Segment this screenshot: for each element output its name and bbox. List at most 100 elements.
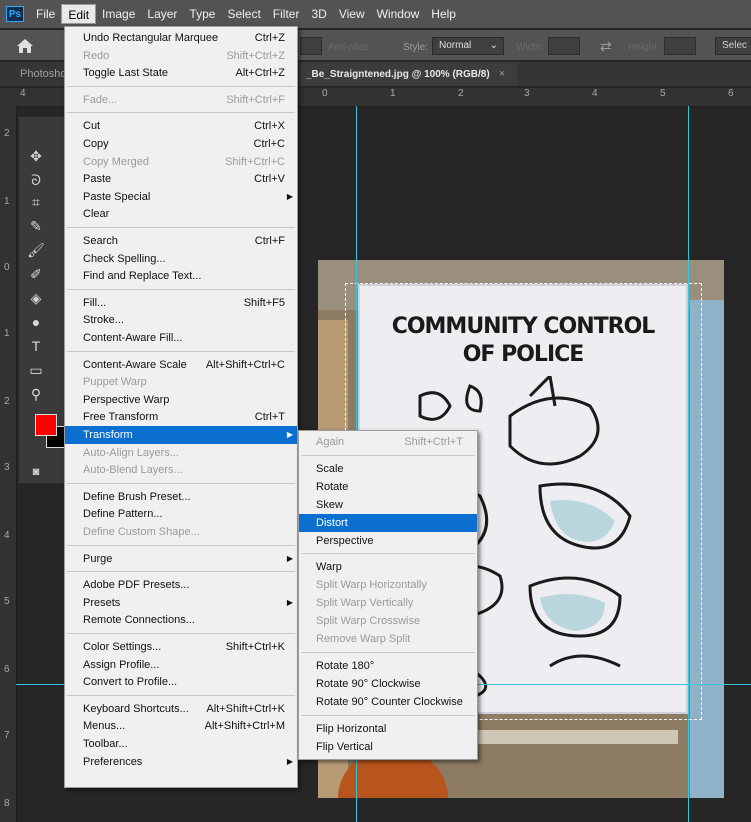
eyedropper-tool-icon[interactable]: ✎ — [26, 216, 46, 236]
edit-menu-item-undo-rectangular-marquee[interactable]: Undo Rectangular Marquee Ctrl+Z — [65, 29, 297, 47]
edit-menu-item-stroke[interactable]: Stroke... — [65, 311, 297, 329]
ruler-label: 5 — [660, 88, 666, 99]
edit-menu-item-fade: Fade... Shift+Ctrl+F — [65, 91, 297, 109]
transform-menu-item-label: Perspective — [316, 534, 374, 547]
edit-menu-item-label: Menus... — [83, 720, 126, 733]
menu-separator — [67, 85, 295, 87]
edit-menu-item-define-pattern[interactable]: Define Pattern... — [65, 505, 297, 523]
edit-menu-item-label: Perspective Warp — [83, 393, 170, 406]
home-icon[interactable] — [16, 38, 34, 54]
rectangle-tool-icon[interactable]: ▭ — [26, 360, 46, 380]
edit-menu-item-free-transform[interactable]: Free Transform Ctrl+T — [65, 408, 297, 426]
edit-menu-item-toggle-last-state[interactable]: Toggle Last State Alt+Ctrl+Z — [65, 64, 297, 82]
edit-menu-item-check-spelling[interactable]: Check Spelling... — [65, 250, 297, 268]
transform-menu-item-label: Rotate 90° Clockwise — [316, 677, 421, 690]
edit-menu-item-remote-connections[interactable]: Remote Connections... — [65, 611, 297, 629]
edit-menu-item-assign-profile[interactable]: Assign Profile... — [65, 656, 297, 674]
shortcut-label: Shift+Ctrl+F — [226, 93, 285, 106]
transform-menu-item-again: Again Shift+Ctrl+T — [299, 433, 477, 451]
transform-menu-item-flip-vertical[interactable]: Flip Vertical — [299, 738, 477, 756]
lasso-tool-icon[interactable]: ᘐ — [26, 170, 46, 190]
transform-menu-item-label: Scale — [316, 462, 344, 475]
zoom-tool-icon[interactable]: ⚲ — [26, 384, 46, 404]
menu-type[interactable]: Type — [183, 4, 221, 24]
edit-menu-item-content-aware-scale[interactable]: Content-Aware Scale Alt+Shift+Ctrl+C — [65, 356, 297, 374]
transform-menu-item-warp[interactable]: Warp — [299, 558, 477, 576]
close-icon[interactable]: × — [499, 68, 505, 80]
menu-image[interactable]: Image — [96, 4, 141, 24]
transform-menu-item-perspective[interactable]: Perspective — [299, 532, 477, 550]
edit-menu-item-content-aware-fill[interactable]: Content-Aware Fill... — [65, 329, 297, 347]
transform-menu-item-distort[interactable]: Distort — [299, 513, 477, 532]
menu-3d[interactable]: 3D — [305, 4, 332, 24]
transform-menu-item-skew[interactable]: Skew — [299, 496, 477, 514]
style-select[interactable]: Normal ⌄ — [432, 37, 504, 55]
edit-menu-item-keyboard-shortcuts[interactable]: Keyboard Shortcuts... Alt+Shift+Ctrl+K — [65, 700, 297, 718]
edit-menu-item-presets[interactable]: Presets ▶ — [65, 594, 297, 612]
transform-menu-item-rotate-180[interactable]: Rotate 180° — [299, 657, 477, 675]
antialias-checkbox[interactable]: Anti-alias — [328, 42, 369, 53]
shortcut-label: Ctrl+V — [254, 173, 285, 186]
menu-edit[interactable]: Edit — [61, 4, 97, 24]
history-brush-icon[interactable]: ✐ — [26, 264, 46, 284]
blur-tool-icon[interactable]: ● — [26, 312, 46, 332]
menu-select[interactable]: Select — [221, 4, 266, 24]
edit-menu-item-label: Fill... — [83, 296, 107, 309]
edit-menu-item-color-settings[interactable]: Color Settings... Shift+Ctrl+K — [65, 638, 297, 656]
edit-menu-item-find-and-replace-text[interactable]: Find and Replace Text... — [65, 267, 297, 285]
style-value: Normal — [439, 40, 472, 51]
height-field[interactable] — [664, 37, 696, 55]
move-tool-icon[interactable]: ✥ — [26, 146, 46, 166]
edit-menu-item-transform[interactable]: Transform ▶ — [65, 426, 297, 444]
edit-menu-item-paste[interactable]: Paste Ctrl+V — [65, 170, 297, 188]
edit-menu-item-fill[interactable]: Fill... Shift+F5 — [65, 294, 297, 312]
width-field[interactable] — [548, 37, 580, 55]
tab-photoshop[interactable]: Photosho — [14, 62, 66, 86]
transform-menu-item-rotate-90-clockwise[interactable]: Rotate 90° Clockwise — [299, 675, 477, 693]
foreground-color-swatch[interactable] — [35, 414, 57, 436]
edit-menu-item-cut[interactable]: Cut Ctrl+X — [65, 117, 297, 135]
crop-tool-icon[interactable]: ⌗ — [26, 192, 46, 212]
style-label: Style: — [403, 42, 429, 53]
menu-filter[interactable]: Filter — [267, 4, 306, 24]
edit-menu-item-search[interactable]: Search Ctrl+F — [65, 232, 297, 250]
menu-file[interactable]: File — [30, 4, 61, 24]
transform-menu-item-flip-horizontal[interactable]: Flip Horizontal — [299, 720, 477, 738]
edit-menu-item-paste-special[interactable]: Paste Special ▶ — [65, 188, 297, 206]
edit-menu-item-convert-to-profile[interactable]: Convert to Profile... — [65, 673, 297, 691]
edit-menu-item-copy[interactable]: Copy Ctrl+C — [65, 135, 297, 153]
edit-menu-item-perspective-warp[interactable]: Perspective Warp — [65, 391, 297, 409]
transform-menu-item-label: Warp — [316, 561, 342, 574]
edit-menu-item-define-brush-preset[interactable]: Define Brush Preset... — [65, 488, 297, 506]
feather-field[interactable] — [300, 37, 322, 55]
ruler-label: 3 — [4, 462, 10, 473]
transform-menu-item-label: Rotate 90° Counter Clockwise — [316, 695, 463, 708]
edit-menu-item-label: Check Spelling... — [83, 252, 166, 265]
menu-separator — [67, 112, 295, 114]
tab-document[interactable]: _Be_Straigntened.jpg @ 100% (RGB/8) × — [300, 62, 518, 86]
brush-tool-icon[interactable]: 🖌 — [26, 240, 46, 260]
edit-menu-item-label: Redo — [83, 49, 110, 62]
quick-mask-icon[interactable]: ◙ — [26, 462, 46, 482]
select-and-mask-button[interactable]: Selec — [715, 37, 751, 55]
edit-menu-item-preferences[interactable]: Preferences ▶ — [65, 753, 297, 771]
menu-layer[interactable]: Layer — [141, 4, 183, 24]
menu-view[interactable]: View — [333, 4, 371, 24]
guide-vertical[interactable] — [688, 106, 689, 822]
menu-separator — [67, 227, 295, 228]
edit-menu-item-adobe-pdf-presets[interactable]: Adobe PDF Presets... — [65, 576, 297, 594]
edit-menu-item-label: Copy Merged — [83, 155, 150, 168]
swap-icon[interactable]: ⇄ — [600, 38, 612, 55]
edit-menu-item-purge[interactable]: Purge ▶ — [65, 550, 297, 568]
menu-help[interactable]: Help — [425, 4, 462, 24]
edit-dropdown-menu: Undo Rectangular Marquee Ctrl+Z Redo Shift+… — [64, 26, 298, 788]
edit-menu-item-menus[interactable]: Menus... Alt+Shift+Ctrl+M — [65, 717, 297, 735]
paint-bucket-icon[interactable]: ◈ — [26, 288, 46, 308]
transform-menu-item-scale[interactable]: Scale — [299, 460, 477, 478]
transform-menu-item-rotate[interactable]: Rotate — [299, 478, 477, 496]
edit-menu-item-toolbar[interactable]: Toolbar... — [65, 735, 297, 753]
edit-menu-item-clear[interactable]: Clear — [65, 205, 297, 223]
transform-menu-item-rotate-90-counter-clockwise[interactable]: Rotate 90° Counter Clockwise — [299, 693, 477, 711]
type-tool-icon[interactable]: T — [26, 336, 46, 356]
menu-window[interactable]: Window — [371, 4, 426, 24]
